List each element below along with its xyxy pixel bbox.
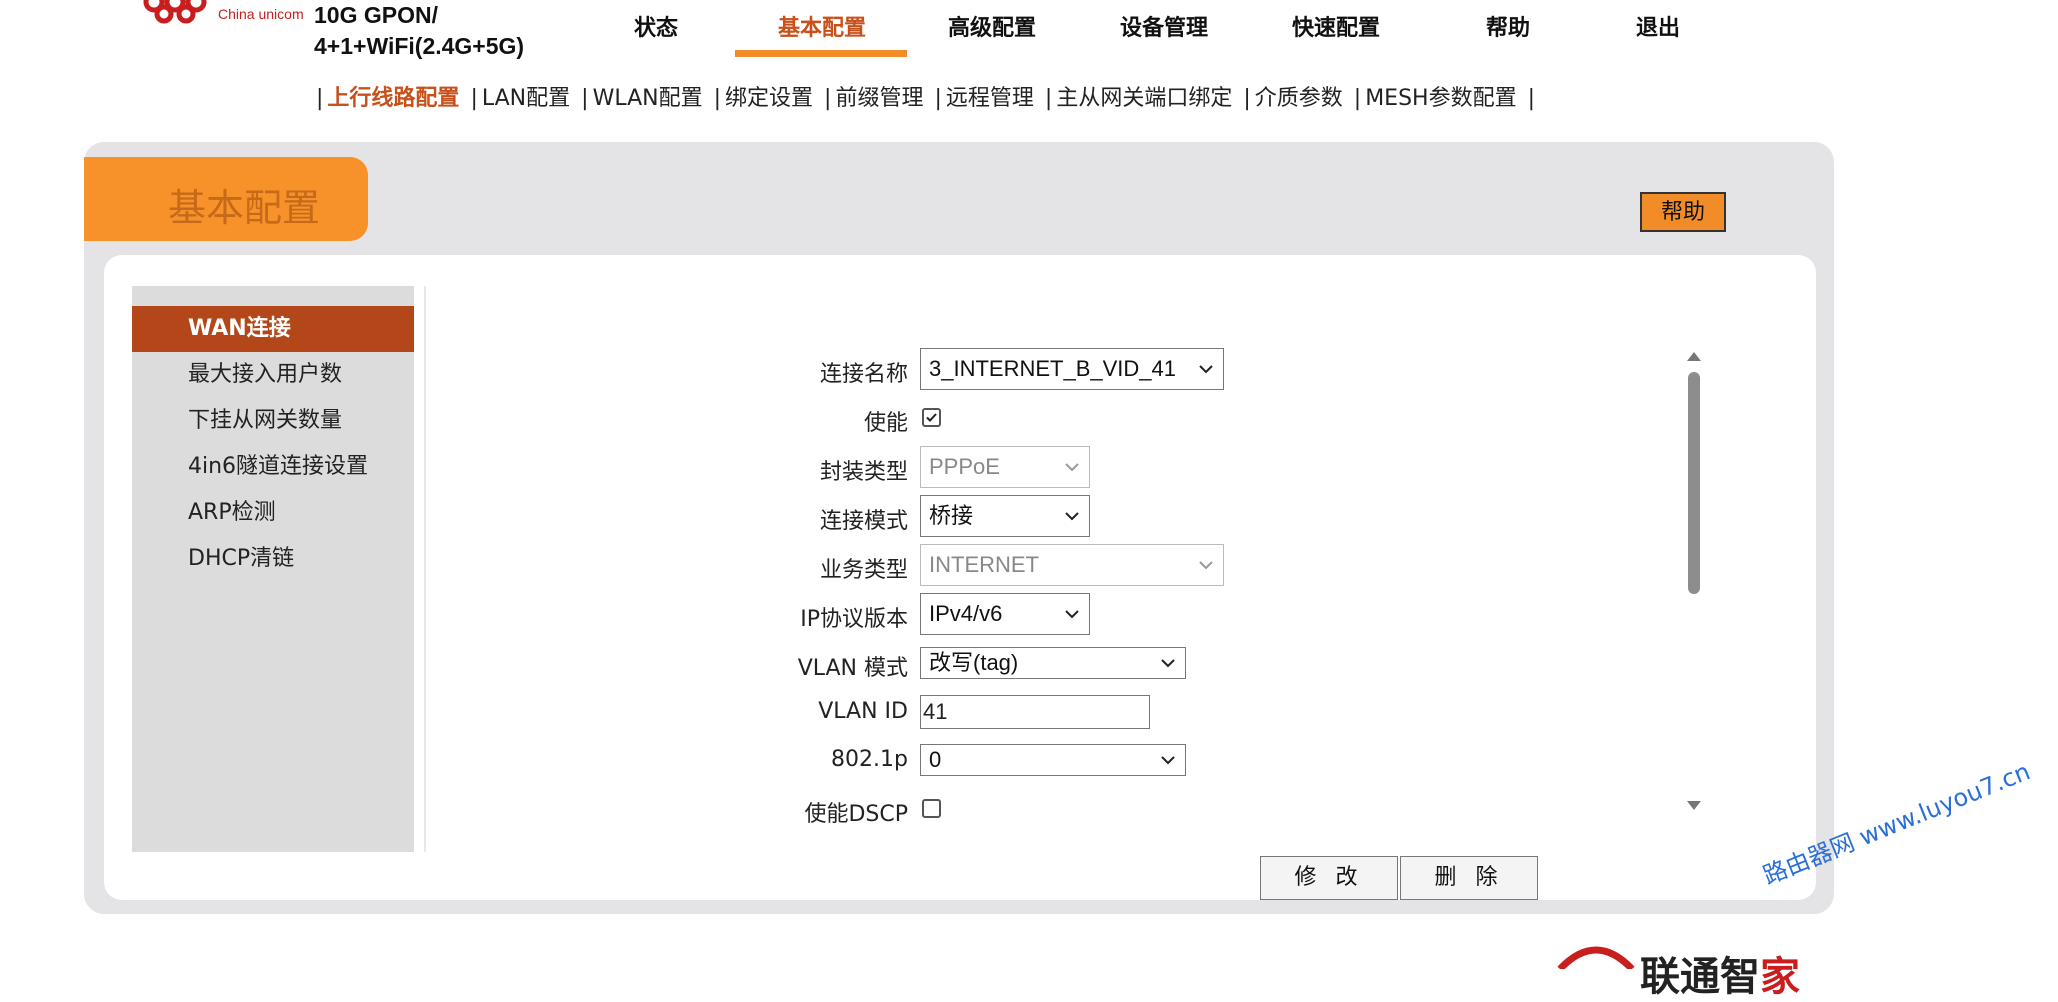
nav-device-management[interactable]: 设备管理 bbox=[1078, 10, 1250, 42]
menu-divider bbox=[424, 286, 426, 852]
nav-active-underline bbox=[735, 50, 907, 57]
service-type-label: 业务类型 bbox=[819, 558, 908, 583]
chevron-down-icon bbox=[1199, 365, 1213, 374]
conn-mode-value: 桥接 bbox=[929, 503, 974, 528]
nav-basic-config[interactable]: 基本配置 bbox=[736, 10, 908, 42]
connection-name-value: 3_INTERNET_B_VID_41 bbox=[929, 356, 1176, 381]
conn-mode-label: 连接模式 bbox=[819, 509, 908, 534]
model-line-2: 4+1+WiFi(2.4G+5G) bbox=[314, 33, 525, 59]
dot1p-select[interactable]: 0 bbox=[920, 744, 1186, 776]
chevron-down-icon bbox=[1065, 463, 1079, 472]
subnav-lan-config[interactable]: LAN配置 bbox=[482, 86, 570, 111]
scroll-up-arrow-icon[interactable] bbox=[1686, 350, 1702, 362]
ip-version-label: IP协议版本 bbox=[800, 607, 908, 632]
scrollbar-thumb[interactable] bbox=[1688, 372, 1700, 594]
ip-version-value: IPv4/v6 bbox=[929, 601, 1003, 626]
subnav-media-params[interactable]: 介质参数 bbox=[1255, 86, 1343, 111]
menu-sub-gateway-count[interactable]: 下挂从网关数量 bbox=[132, 398, 414, 444]
ip-version-select[interactable]: IPv4/v6 bbox=[920, 593, 1090, 635]
model-line-1: 10G GPON/ bbox=[314, 2, 438, 28]
chevron-down-icon bbox=[1161, 756, 1175, 765]
menu-4in6-tunnel[interactable]: 4in6隧道连接设置 bbox=[132, 444, 414, 490]
bottom-brand-suffix: 家 bbox=[1760, 954, 1800, 1000]
menu-max-users[interactable]: 最大接入用户数 bbox=[132, 352, 414, 398]
enable-dscp-label: 使能DSCP bbox=[804, 802, 908, 827]
vlan-mode-select[interactable]: 改写(tag) bbox=[920, 647, 1186, 679]
unicom-bottom-logo-icon bbox=[1557, 946, 1635, 969]
chevron-down-icon bbox=[1199, 561, 1213, 570]
subnav-port-binding[interactable]: 主从网关端口绑定 bbox=[1056, 86, 1232, 111]
menu-wan-connection[interactable]: WAN连接 bbox=[132, 306, 414, 352]
vlan-id-label: VLAN ID bbox=[818, 699, 908, 724]
delete-button[interactable]: 删 除 bbox=[1400, 856, 1538, 900]
enable-dscp-checkbox[interactable] bbox=[922, 799, 941, 818]
panel-title-tab: 基本配置 bbox=[84, 157, 368, 241]
chevron-down-icon bbox=[1065, 512, 1079, 521]
subnav-binding-settings[interactable]: 绑定设置 bbox=[725, 86, 813, 111]
encap-type-select: PPPoE bbox=[920, 446, 1090, 488]
checkmark-icon bbox=[926, 413, 937, 422]
menu-dhcp-clear[interactable]: DHCP清链 bbox=[132, 536, 414, 582]
vlan-mode-value: 改写(tag) bbox=[929, 650, 1019, 675]
service-type-select: INTERNET bbox=[920, 544, 1224, 586]
bottom-brand-prefix: 联通智 bbox=[1640, 954, 1760, 1000]
vlan-id-input[interactable]: 41 bbox=[920, 695, 1150, 729]
subnav-prefix-management[interactable]: 前缀管理 bbox=[835, 86, 923, 111]
connection-name-label: 连接名称 bbox=[819, 362, 908, 387]
device-model: 10G GPON/ 4+1+WiFi(2.4G+5G) bbox=[314, 0, 524, 62]
left-menu: WAN连接 最大接入用户数 下挂从网关数量 4in6隧道连接设置 ARP检测 D… bbox=[132, 286, 414, 852]
subnav-wlan-config[interactable]: WLAN配置 bbox=[593, 86, 703, 111]
chevron-down-icon bbox=[1065, 610, 1079, 619]
panel-title: 基本配置 bbox=[168, 186, 321, 230]
help-button[interactable]: 帮助 bbox=[1640, 192, 1726, 232]
subnav-uplink-config[interactable]: 上行线路配置 bbox=[327, 86, 459, 111]
vlan-mode-label: VLAN 模式 bbox=[797, 656, 908, 681]
encap-type-value: PPPoE bbox=[929, 454, 1000, 479]
nav-help[interactable]: 帮助 bbox=[1422, 10, 1594, 42]
connection-name-select[interactable]: 3_INTERNET_B_VID_41 bbox=[920, 348, 1224, 390]
modify-button[interactable]: 修 改 bbox=[1260, 856, 1398, 900]
nav-logout[interactable]: 退出 bbox=[1572, 10, 1744, 42]
scroll-down-arrow-icon[interactable] bbox=[1686, 800, 1702, 812]
enable-label: 使能 bbox=[863, 411, 908, 436]
menu-arp-detection[interactable]: ARP检测 bbox=[132, 490, 414, 536]
encap-type-label: 封装类型 bbox=[819, 460, 908, 485]
dot1p-label: 802.1p bbox=[831, 747, 908, 772]
conn-mode-select[interactable]: 桥接 bbox=[920, 495, 1090, 537]
china-unicom-logo-icon bbox=[143, 0, 207, 24]
nav-quick-config[interactable]: 快速配置 bbox=[1250, 10, 1422, 42]
brand-english: China unicom bbox=[218, 6, 304, 22]
nav-status[interactable]: 状态 bbox=[570, 10, 742, 42]
nav-advanced-config[interactable]: 高级配置 bbox=[906, 10, 1078, 42]
chevron-down-icon bbox=[1161, 659, 1175, 668]
dot1p-value: 0 bbox=[929, 747, 942, 772]
enable-checkbox[interactable] bbox=[922, 408, 941, 427]
subnav-remote-management[interactable]: 远程管理 bbox=[946, 86, 1034, 111]
subnav-mesh-config[interactable]: MESH参数配置 bbox=[1365, 86, 1516, 111]
sub-nav: | 上行线路配置 | LAN配置 | WLAN配置 | 绑定设置 | 前缀管理 | 远程管理… bbox=[316, 86, 1536, 111]
service-type-value: INTERNET bbox=[929, 552, 1039, 577]
bottom-brand-text: 联通智家 bbox=[1640, 944, 1800, 1002]
